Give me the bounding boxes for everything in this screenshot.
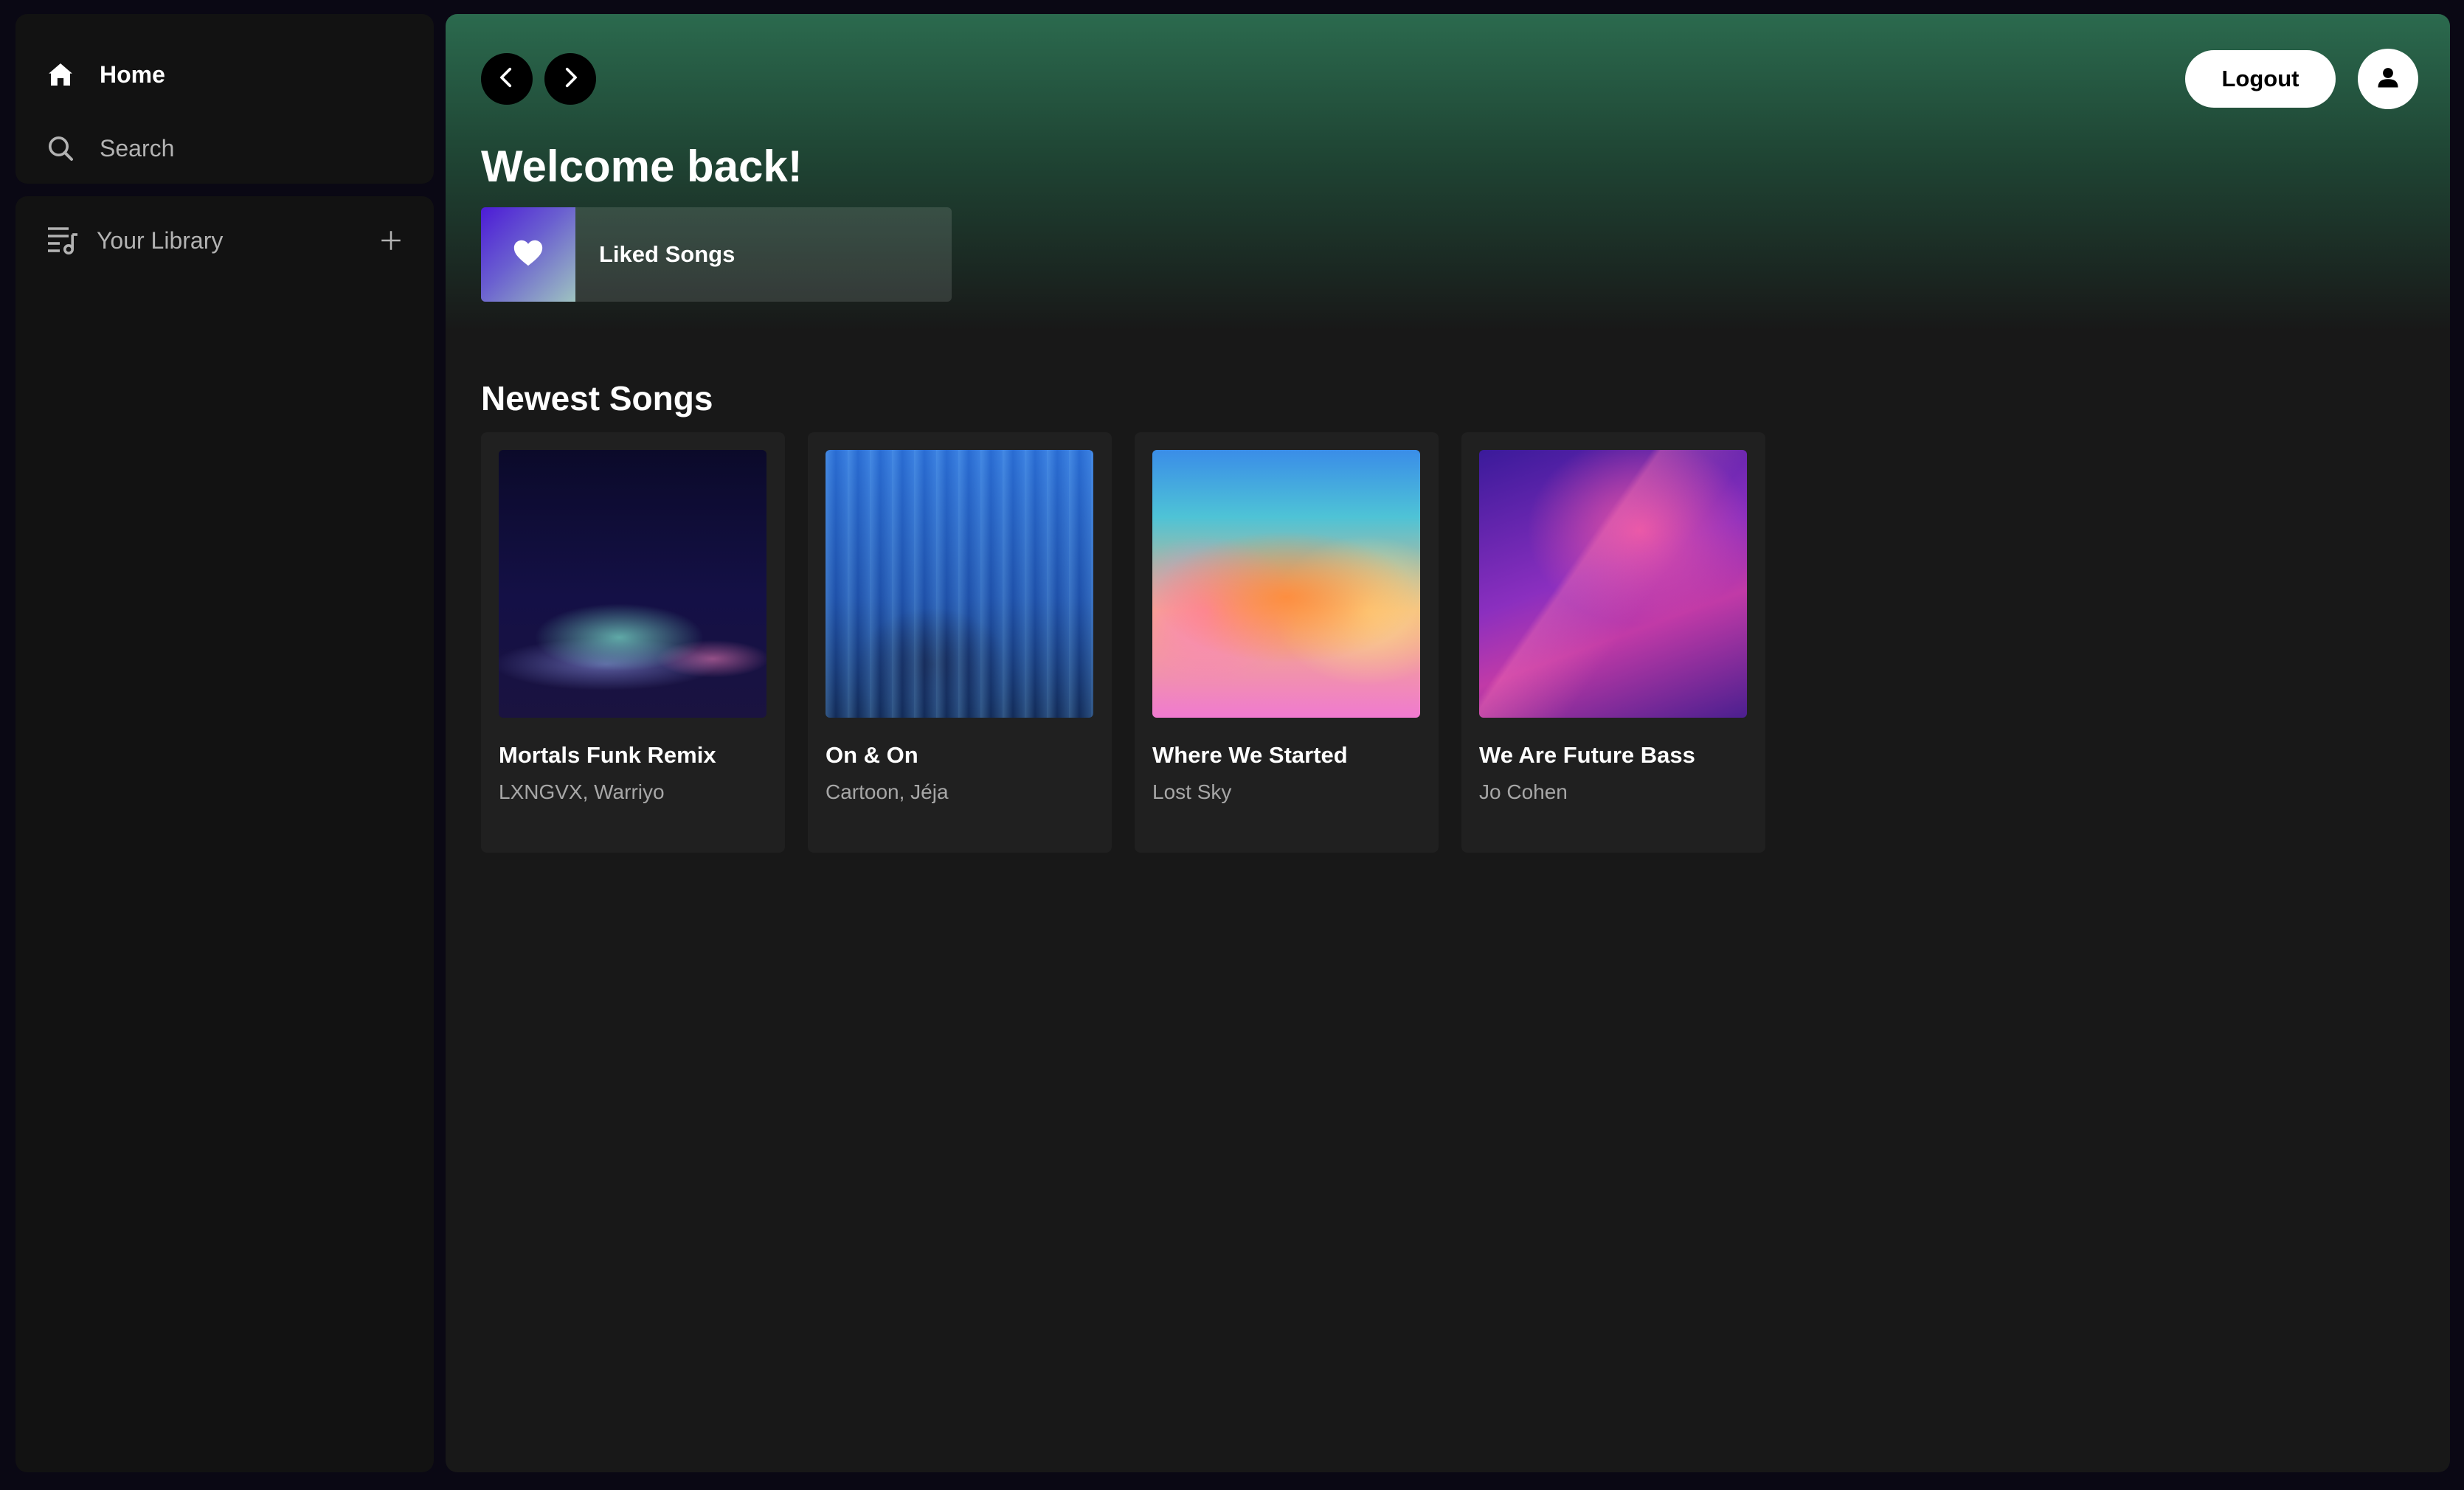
- song-cover-image: [1152, 450, 1420, 718]
- song-card[interactable]: Where We Started Lost Sky: [1135, 432, 1439, 853]
- sidebar-nav: Home Search: [15, 14, 434, 184]
- app-window: Home Search Your Library Logout Welcome …: [0, 0, 2464, 1490]
- search-icon: [45, 133, 76, 164]
- logout-button[interactable]: Logout: [2185, 50, 2336, 108]
- song-title: Where We Started: [1152, 742, 1348, 768]
- chevron-right-icon: [558, 65, 583, 94]
- song-title: We Are Future Bass: [1479, 742, 1695, 768]
- song-cover-image: [499, 450, 766, 718]
- song-artist: LXNGVX, Warriyo: [499, 780, 665, 803]
- user-icon: [2375, 64, 2401, 94]
- song-artist: Lost Sky: [1152, 780, 1232, 803]
- sidebar-item-label: Home: [100, 60, 165, 88]
- song-artist: Cartoon, Jéja: [826, 780, 949, 803]
- song-card[interactable]: We Are Future Bass Jo Cohen: [1461, 432, 1765, 853]
- song-cover-image: [1479, 450, 1747, 718]
- library-icon: [45, 221, 80, 260]
- liked-songs-thumbnail: [481, 207, 575, 302]
- song-card[interactable]: Mortals Funk Remix LXNGVX, Warriyo: [481, 432, 785, 853]
- sidebar-item-home[interactable]: Home: [45, 52, 165, 97]
- song-title: Mortals Funk Remix: [499, 742, 716, 768]
- song-title: On & On: [826, 742, 918, 768]
- sidebar-item-search[interactable]: Search: [45, 126, 174, 170]
- heart-icon: [511, 236, 545, 274]
- section-title: Newest Songs: [481, 379, 713, 417]
- library-label: Your Library: [97, 226, 224, 254]
- sidebar-item-label: Search: [100, 134, 175, 162]
- forward-button[interactable]: [544, 53, 596, 105]
- song-artist: Jo Cohen: [1479, 780, 1568, 803]
- liked-songs-card[interactable]: Liked Songs: [481, 207, 952, 302]
- page-title: Welcome back!: [481, 142, 803, 191]
- liked-songs-label: Liked Songs: [599, 241, 736, 267]
- main-content: Logout Welcome back! Liked Songs Newest …: [446, 14, 2450, 1472]
- library-panel: Your Library: [15, 196, 434, 1472]
- profile-button[interactable]: [2358, 49, 2418, 109]
- chevron-left-icon: [494, 65, 519, 94]
- library-header[interactable]: Your Library: [45, 218, 407, 263]
- home-icon: [45, 59, 76, 90]
- back-button[interactable]: [481, 53, 533, 105]
- song-cover-image: [826, 450, 1093, 718]
- plus-icon[interactable]: [375, 224, 407, 257]
- song-card[interactable]: On & On Cartoon, Jéja: [808, 432, 1112, 853]
